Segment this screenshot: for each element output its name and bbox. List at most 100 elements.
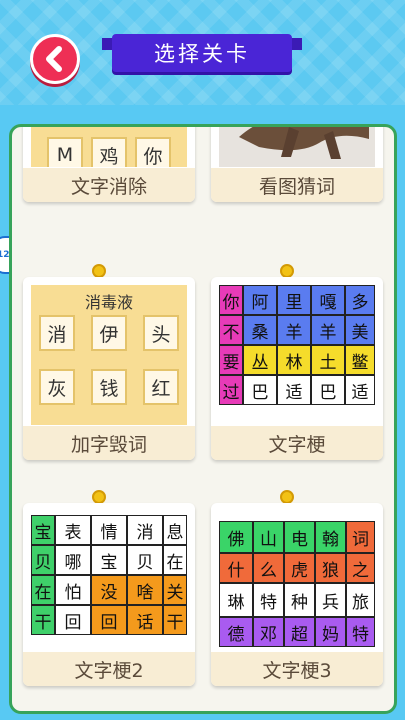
grid-cell: 琳 (219, 583, 253, 617)
word-grid: 你阿里嘎多不桑羊羊美要丛林土鳖过巴适巴适 (219, 285, 375, 405)
word-grid: 宝表情消息贝哪宝贝在在怕没啥关干回回话干 (31, 515, 187, 635)
grid-cell: 狼 (315, 553, 346, 583)
grid-cell: 鳖 (345, 345, 375, 375)
level-label: 文字梗2 (23, 652, 195, 686)
grid-cell: 羊 (311, 315, 345, 345)
grid-cell: 土 (311, 345, 345, 375)
grid-cell: 要 (219, 345, 243, 375)
grid-cell: 巴 (311, 375, 345, 405)
level-label: 文字消除 (23, 168, 195, 202)
tile: 消 (39, 315, 75, 351)
grid-cell: 表 (55, 515, 91, 545)
grid-cell: 干 (163, 605, 187, 635)
tile: 钱 (91, 369, 127, 405)
grid-cell: 在 (31, 575, 55, 605)
grid-cell: 啥 (127, 575, 163, 605)
grid-cell: 消 (127, 515, 163, 545)
level-label: 看图猜词 (211, 168, 383, 202)
tile: 灰 (39, 369, 75, 405)
level-card-kantu-caici[interactable]: 看图猜词 (211, 127, 383, 202)
grid-cell: 桑 (243, 315, 277, 345)
grid-cell: 词 (346, 521, 375, 553)
grid-cell: 宝 (31, 515, 55, 545)
tile: M (47, 137, 83, 167)
pushpin-icon (92, 264, 106, 286)
grid-cell: 兵 (315, 583, 346, 617)
grid-cell: 德 (219, 617, 253, 647)
puzzle-caption: 消毒液 (84, 293, 133, 312)
grid-cell: 里 (277, 285, 311, 315)
grid-cell: 过 (219, 375, 243, 405)
grid-cell: 山 (253, 521, 284, 553)
tile: 红 (143, 369, 179, 405)
grid-cell: 没 (91, 575, 127, 605)
pushpin-icon (280, 264, 294, 286)
grid-cell: 之 (346, 553, 375, 583)
pushpin-icon (92, 490, 106, 512)
tile: 伊 (91, 315, 127, 351)
level-card-wenzi-xiaochu[interactable]: M 鸡 你 文字消除 (23, 127, 195, 202)
level-panel: M 鸡 你 文字消除 看图猜词 消毒液 消 伊 头 灰 钱 红 加字毁词 你 阿… (9, 124, 397, 714)
grid-cell: 邓 (253, 617, 284, 647)
grid-cell: 电 (284, 521, 315, 553)
grid-cell: 翰 (315, 521, 346, 553)
grid-cell: 回 (55, 605, 91, 635)
grid-cell: 阿 (243, 285, 277, 315)
back-button[interactable] (30, 34, 80, 84)
level-card-wenzi-geng-3[interactable]: 佛山电翰词什么虎狼之琳特种兵旅德邓超妈特 文字梗3 (211, 503, 383, 686)
grid-cell: 哪 (55, 545, 91, 575)
grid-cell: 美 (345, 315, 375, 345)
level-card-jiazi-huici[interactable]: 消毒液 消 伊 头 灰 钱 红 加字毁词 (23, 277, 195, 460)
level-label: 文字梗 (211, 426, 383, 460)
grid-cell: 不 (219, 315, 243, 345)
grid-cell: 什 (219, 553, 253, 583)
grid-cell: 羊 (277, 315, 311, 345)
page-title: 选择关卡 (112, 34, 292, 72)
grid-cell: 干 (31, 605, 55, 635)
grid-cell: 适 (277, 375, 311, 405)
tile: 鸡 (91, 137, 127, 167)
grid-cell: 超 (284, 617, 315, 647)
level-label: 文字梗3 (211, 652, 383, 686)
grid-cell: 怕 (55, 575, 91, 605)
grid-cell: 情 (91, 515, 127, 545)
grid-cell: 贝 (127, 545, 163, 575)
level-label: 加字毁词 (23, 426, 195, 460)
tile: 头 (143, 315, 179, 351)
grid-cell: 宝 (91, 545, 127, 575)
level-preview-geng-3: 佛山电翰词什么虎狼之琳特种兵旅德邓超妈特 (219, 511, 375, 651)
grid-cell: 嘎 (311, 285, 345, 315)
word-grid: 佛山电翰词什么虎狼之琳特种兵旅德邓超妈特 (219, 521, 375, 647)
grid-cell: 种 (284, 583, 315, 617)
grid-cell: 巴 (243, 375, 277, 405)
grid-cell: 关 (163, 575, 187, 605)
grid-cell: 佛 (219, 521, 253, 553)
grid-cell: 适 (345, 375, 375, 405)
title-banner: 选择关卡 (102, 34, 302, 76)
grid-cell: 你 (219, 285, 243, 315)
grid-cell: 林 (277, 345, 311, 375)
dinosaur-icon (239, 127, 369, 159)
level-card-wenzi-geng[interactable]: 你阿里嘎多不桑羊羊美要丛林土鳖过巴适巴适 文字梗 (211, 277, 383, 460)
grid-cell: 多 (345, 285, 375, 315)
grid-cell: 丛 (243, 345, 277, 375)
grid-cell: 在 (163, 545, 187, 575)
pushpin-icon (280, 490, 294, 512)
grid-cell: 旅 (346, 583, 375, 617)
grid-cell: 话 (127, 605, 163, 635)
grid-cell: 贝 (31, 545, 55, 575)
chevron-left-icon (46, 46, 62, 72)
grid-cell: 虎 (284, 553, 315, 583)
grid-cell: 妈 (315, 617, 346, 647)
grid-cell: 么 (253, 553, 284, 583)
level-preview-geng-2: 宝表情消息贝哪宝贝在在怕没啥关干回回话干 (31, 511, 187, 651)
grid-cell: 息 (163, 515, 187, 545)
grid-cell: 特 (346, 617, 375, 647)
dinosaur-image (219, 127, 375, 167)
grid-cell: 回 (91, 605, 127, 635)
level-preview-jiazi: 消毒液 消 伊 头 灰 钱 红 (31, 285, 187, 425)
level-preview-xiaochu: M 鸡 你 (31, 127, 187, 167)
tile: 你 (135, 137, 171, 167)
level-preview-geng: 你阿里嘎多不桑羊羊美要丛林土鳖过巴适巴适 (219, 285, 375, 425)
level-card-wenzi-geng-2[interactable]: 宝表情消息贝哪宝贝在在怕没啥关干回回话干 文字梗2 (23, 503, 195, 686)
